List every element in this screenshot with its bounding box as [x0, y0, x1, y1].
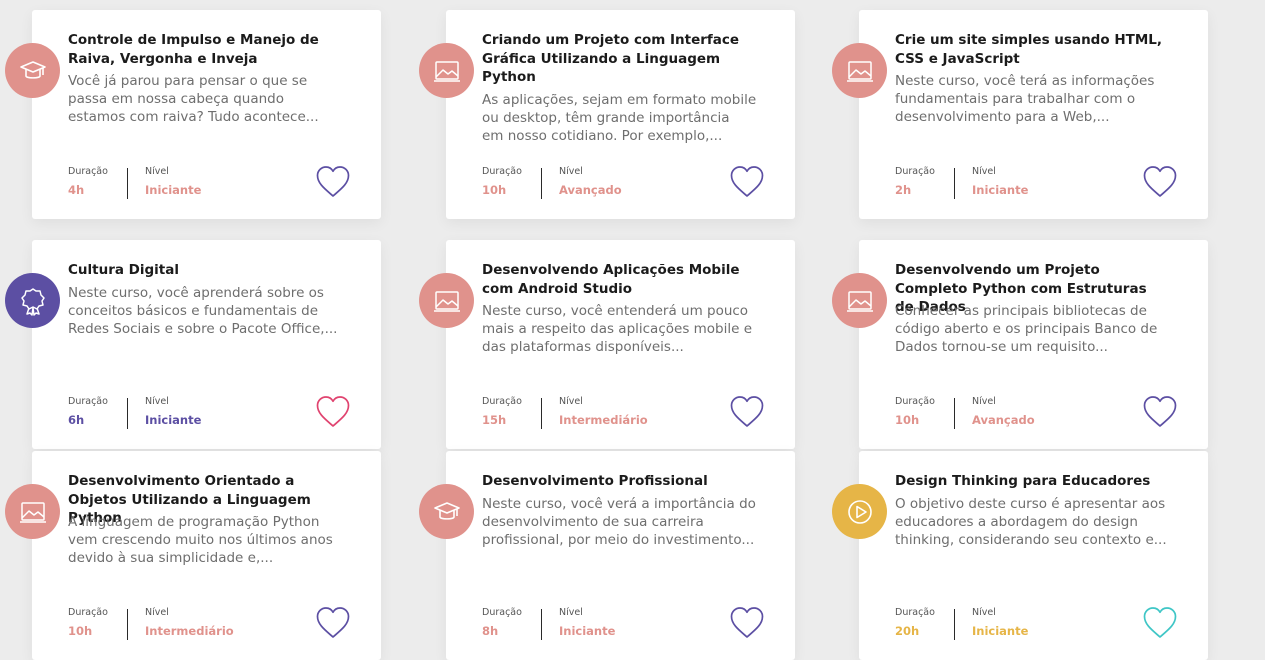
- course-description: Neste curso, você entenderá um pouco mai…: [482, 303, 753, 355]
- course-badge: [419, 43, 474, 98]
- duration-value: 10h: [482, 183, 507, 197]
- duration-value: 2h: [895, 183, 912, 197]
- duration-value: 8h: [482, 624, 499, 638]
- course-badge: [832, 273, 887, 328]
- level-label: Nível: [972, 166, 996, 177]
- favorite-heart-icon[interactable]: [729, 606, 765, 640]
- level-value: Intermediário: [145, 624, 234, 638]
- meta-divider: [127, 609, 128, 640]
- duration-label: Duração: [895, 166, 935, 177]
- image-frame-icon: [845, 56, 875, 86]
- course-badge: [419, 273, 474, 328]
- course-card[interactable]: Cultura Digital Neste curso, você aprende…: [5, 240, 381, 449]
- course-card[interactable]: Design Thinking para Educadores O objetiv…: [832, 451, 1208, 660]
- duration-value: 6h: [68, 413, 85, 427]
- duration-value: 20h: [895, 624, 920, 638]
- course-description: A linguagem de programação Python vem cr…: [68, 514, 333, 566]
- duration-label: Duração: [68, 166, 108, 177]
- duration-value: 10h: [68, 624, 93, 638]
- play-circle-icon: [845, 497, 875, 527]
- course-card[interactable]: Criando um Projeto com Interface Gráfica…: [419, 10, 795, 219]
- level-label: Nível: [559, 166, 583, 177]
- graduation-cap-icon: [432, 497, 462, 527]
- course-description: Conhecer as principais bibliotecas de có…: [895, 303, 1158, 355]
- duration-label: Duração: [482, 166, 522, 177]
- duration-label: Duração: [895, 607, 935, 618]
- favorite-heart-icon[interactable]: [1142, 165, 1178, 199]
- meta-divider: [541, 398, 542, 429]
- course-description: As aplicações, sejam em formato mobile o…: [482, 91, 757, 144]
- duration-value: 4h: [68, 183, 85, 197]
- image-frame-icon: [432, 56, 462, 86]
- course-card[interactable]: Desenvolvimento Profissional Neste curso,…: [419, 451, 795, 660]
- course-title[interactable]: Controle de Impulso e Manejo de Raiva, V…: [68, 31, 338, 68]
- favorite-heart-icon[interactable]: [1142, 395, 1178, 429]
- level-label: Nível: [145, 607, 169, 618]
- course-description: Neste curso, você aprenderá sobre os con…: [68, 284, 338, 337]
- level-label: Nível: [145, 166, 169, 177]
- course-title[interactable]: Design Thinking para Educadores: [895, 472, 1165, 491]
- level-value: Iniciante: [145, 183, 202, 197]
- image-frame-icon: [432, 286, 462, 316]
- level-value: Avançado: [559, 183, 622, 197]
- favorite-heart-icon[interactable]: [315, 606, 351, 640]
- level-label: Nível: [145, 396, 169, 407]
- course-description: Você já parou para pensar o que se passa…: [68, 73, 319, 125]
- meta-divider: [127, 398, 128, 429]
- duration-label: Duração: [482, 607, 522, 618]
- favorite-heart-icon[interactable]: [729, 395, 765, 429]
- meta-divider: [954, 609, 955, 640]
- level-value: Iniciante: [145, 413, 202, 427]
- level-value: Iniciante: [972, 183, 1029, 197]
- award-ribbon-icon: [18, 286, 48, 316]
- meta-divider: [541, 609, 542, 640]
- level-label: Nível: [972, 396, 996, 407]
- course-card[interactable]: Crie um site simples usando HTML, CSS e …: [832, 10, 1208, 219]
- course-card[interactable]: Desenvolvendo Aplicações Mobile com Andr…: [419, 240, 795, 449]
- favorite-heart-icon[interactable]: [729, 165, 765, 199]
- course-badge: [5, 484, 60, 539]
- course-badge: [832, 43, 887, 98]
- level-value: Iniciante: [559, 624, 616, 638]
- course-card[interactable]: Desenvolvendo um Projeto Completo Python…: [832, 240, 1208, 449]
- level-value: Iniciante: [972, 624, 1029, 638]
- course-card[interactable]: Controle de Impulso e Manejo de Raiva, V…: [5, 10, 381, 219]
- favorite-heart-icon[interactable]: [1142, 606, 1178, 640]
- course-description: Neste curso, você verá a importância do …: [482, 495, 756, 548]
- course-badge: [5, 43, 60, 98]
- duration-value: 10h: [895, 413, 920, 427]
- course-badge: [419, 484, 474, 539]
- meta-divider: [127, 168, 128, 199]
- duration-value: 15h: [482, 413, 507, 427]
- course-badge: [5, 273, 60, 328]
- meta-divider: [541, 168, 542, 199]
- level-value: Avançado: [972, 413, 1035, 427]
- graduation-cap-icon: [18, 56, 48, 86]
- duration-label: Duração: [68, 396, 108, 407]
- level-value: Intermediário: [559, 413, 648, 427]
- level-label: Nível: [559, 607, 583, 618]
- level-label: Nível: [972, 607, 996, 618]
- image-frame-icon: [845, 286, 875, 316]
- course-description: Neste curso, você terá as informações fu…: [895, 73, 1155, 125]
- course-badge: [832, 484, 887, 539]
- meta-divider: [954, 168, 955, 199]
- course-title[interactable]: Criando um Projeto com Interface Gráfica…: [482, 31, 752, 87]
- favorite-heart-icon[interactable]: [315, 165, 351, 199]
- course-title[interactable]: Desenvolvimento Profissional: [482, 472, 752, 491]
- image-frame-icon: [18, 497, 48, 527]
- duration-label: Duração: [895, 396, 935, 407]
- level-label: Nível: [559, 396, 583, 407]
- course-title[interactable]: Crie um site simples usando HTML, CSS e …: [895, 31, 1165, 68]
- duration-label: Duração: [482, 396, 522, 407]
- duration-label: Duração: [68, 607, 108, 618]
- course-card[interactable]: Desenvolvimento Orientado a Objetos Util…: [5, 451, 381, 660]
- favorite-heart-icon[interactable]: [315, 395, 351, 429]
- meta-divider: [954, 398, 955, 429]
- course-title[interactable]: Cultura Digital: [68, 261, 338, 280]
- course-description: O objetivo deste curso é apresentar aos …: [895, 495, 1167, 548]
- course-title[interactable]: Desenvolvendo Aplicações Mobile com Andr…: [482, 261, 752, 298]
